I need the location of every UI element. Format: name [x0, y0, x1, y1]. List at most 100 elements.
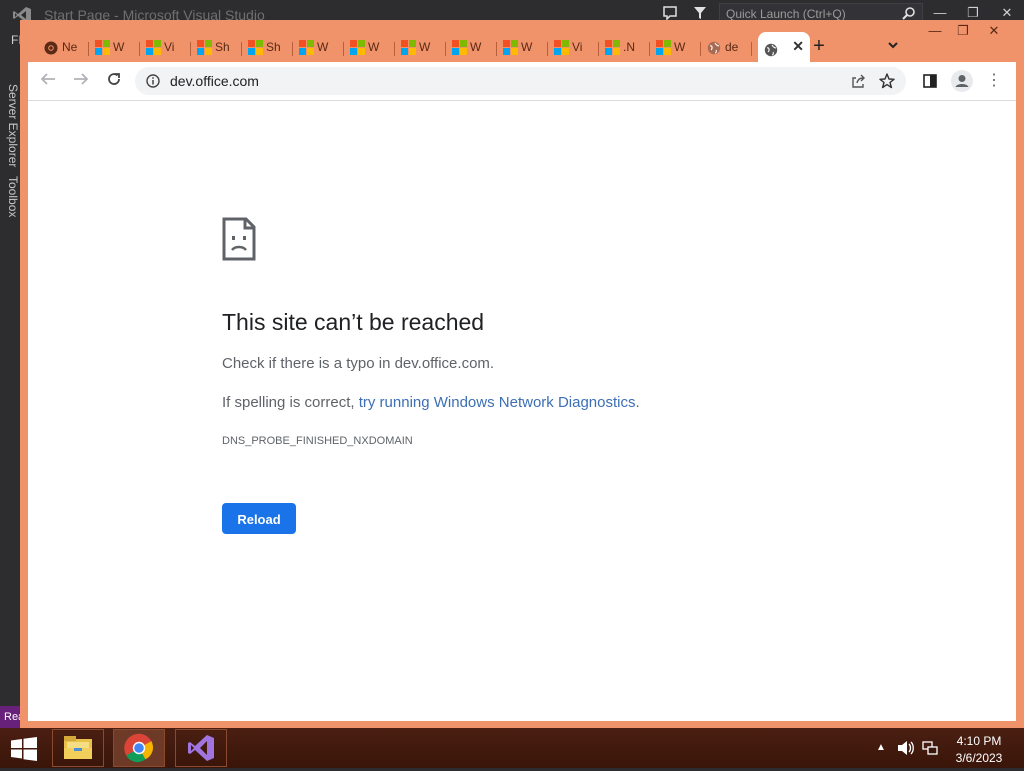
tab[interactable]: W: [395, 36, 446, 62]
side-panel-icon[interactable]: [923, 74, 937, 88]
microsoft-icon: [554, 40, 569, 55]
tab-label: Sh: [215, 40, 230, 54]
vs-side-panel: Server Explorer Toolbox: [0, 56, 22, 706]
tab-label: W: [317, 40, 329, 54]
tab-label: de: [725, 40, 739, 54]
chrome-window: — ❐ ✕ Ne W Vi Sh Sh W W W W W Vi .N Wde ✕ + dev.offic…: [20, 20, 1024, 728]
vs-restore-button[interactable]: ❐: [965, 6, 981, 20]
microsoft-icon: [452, 40, 467, 55]
microsoft-icon: [146, 40, 161, 55]
tab[interactable]: Ne: [38, 36, 89, 62]
back-button[interactable]: [38, 71, 58, 91]
tab[interactable]: .N: [599, 36, 650, 62]
tab[interactable]: W: [497, 36, 548, 62]
clock-date[interactable]: 3/6/2023: [944, 751, 1014, 765]
browser-toolbar: dev.office.com ⋮: [28, 62, 1016, 100]
toolbox-tab[interactable]: Toolbox: [6, 176, 20, 217]
error-page: This site can’t be reached Check if ther…: [28, 100, 1016, 721]
tab-label: Sh: [266, 40, 281, 54]
clock-time[interactable]: 4:10 PM: [944, 734, 1014, 748]
vs-minimize-button[interactable]: —: [932, 6, 948, 20]
show-hidden-icons-icon[interactable]: ▲: [876, 742, 886, 753]
tab[interactable]: W: [89, 36, 140, 62]
tab-label: W: [113, 40, 125, 54]
tab-search-chevron-icon[interactable]: [885, 38, 901, 54]
microsoft-icon: [248, 40, 263, 55]
filter-icon[interactable]: [693, 6, 707, 20]
url-text[interactable]: dev.office.com: [170, 73, 259, 89]
tab-label: Ne: [62, 40, 78, 54]
tab[interactable]: de: [701, 36, 752, 62]
quick-launch-placeholder: Quick Launch (Ctrl+Q): [726, 7, 846, 21]
tab-label: Vi: [572, 40, 583, 54]
error-code: DNS_PROBE_FINISHED_NXDOMAIN: [222, 435, 413, 447]
tab[interactable]: W: [446, 36, 497, 62]
share-icon[interactable]: [850, 73, 866, 89]
diagnostics-hint: If spelling is correct, try running Wind…: [222, 394, 640, 411]
profile-avatar-icon[interactable]: [951, 70, 973, 92]
network-diagnostics-link[interactable]: try running Windows Network Diagnostics: [359, 394, 636, 411]
volume-icon[interactable]: [897, 740, 915, 756]
typo-hint: Check if there is a typo in dev.office.c…: [222, 355, 495, 372]
tab-separator: [751, 42, 752, 56]
tab-label: Vi: [164, 40, 175, 54]
bookmark-star-icon[interactable]: [878, 72, 896, 90]
microsoft-icon: [350, 40, 365, 55]
tab[interactable]: Vi: [140, 36, 191, 62]
close-tab-icon[interactable]: ✕: [792, 32, 804, 60]
feedback-icon[interactable]: [662, 5, 678, 21]
refresh-icon: [108, 73, 120, 85]
back-arrow-icon: [40, 73, 55, 85]
globe-icon: [764, 39, 778, 57]
microsoft-icon: [401, 40, 416, 55]
chrome-icon: [44, 40, 58, 55]
tab[interactable]: W: [344, 36, 395, 62]
microsoft-icon: [656, 40, 671, 55]
reload-toolbar-button[interactable]: [104, 71, 124, 91]
more-menu-icon[interactable]: ⋮: [986, 72, 1002, 90]
microsoft-icon: [503, 40, 518, 55]
address-bar[interactable]: dev.office.com: [135, 67, 906, 95]
visual-studio-icon: [188, 735, 214, 761]
microsoft-icon: [95, 40, 110, 55]
microsoft-icon: [299, 40, 314, 55]
search-icon[interactable]: [902, 6, 916, 20]
file-explorer-taskbar-button[interactable]: [52, 729, 104, 767]
tab[interactable]: Vi: [548, 36, 599, 62]
vs-close-button[interactable]: ✕: [999, 6, 1015, 20]
reload-button[interactable]: Reload: [222, 503, 296, 534]
error-title: This site can’t be reached: [222, 309, 485, 335]
tab-label: W: [368, 40, 380, 54]
tab[interactable]: W: [650, 36, 701, 62]
tab-label: .N: [623, 40, 635, 54]
tab-label: W: [419, 40, 431, 54]
tab-label: W: [674, 40, 686, 54]
forward-arrow-icon: [74, 73, 89, 85]
folder-icon: [64, 736, 92, 759]
network-icon[interactable]: [922, 740, 938, 756]
globe-icon: [707, 40, 721, 55]
chrome-close-button[interactable]: ✕: [985, 24, 1003, 38]
tab-label: W: [521, 40, 533, 54]
windows-start-icon[interactable]: [10, 737, 38, 761]
vs-status-bar: Rea: [0, 706, 22, 728]
taskbar: ▲ 4:10 PM 3/6/2023: [0, 728, 1024, 768]
chrome-icon: [124, 733, 154, 763]
chrome-minimize-button[interactable]: —: [926, 24, 944, 38]
tab[interactable]: Sh: [191, 36, 242, 62]
new-tab-button[interactable]: +: [809, 34, 829, 58]
visual-studio-taskbar-button[interactable]: [175, 729, 227, 767]
chrome-maximize-button[interactable]: ❐: [954, 24, 972, 38]
server-explorer-tab[interactable]: Server Explorer: [6, 84, 20, 167]
forward-button[interactable]: [71, 71, 91, 91]
sad-page-icon: [222, 217, 256, 261]
site-info-icon[interactable]: [146, 74, 160, 88]
tab-active[interactable]: ✕: [758, 32, 810, 62]
microsoft-icon: [605, 40, 620, 55]
chrome-taskbar-button[interactable]: [113, 729, 165, 767]
tab-label: W: [470, 40, 482, 54]
tab[interactable]: Sh: [242, 36, 293, 62]
tab-strip: — ❐ ✕ Ne W Vi Sh Sh W W W W W Vi .N Wde ✕ +: [20, 20, 1024, 62]
tab[interactable]: W: [293, 36, 344, 62]
microsoft-icon: [197, 40, 212, 55]
